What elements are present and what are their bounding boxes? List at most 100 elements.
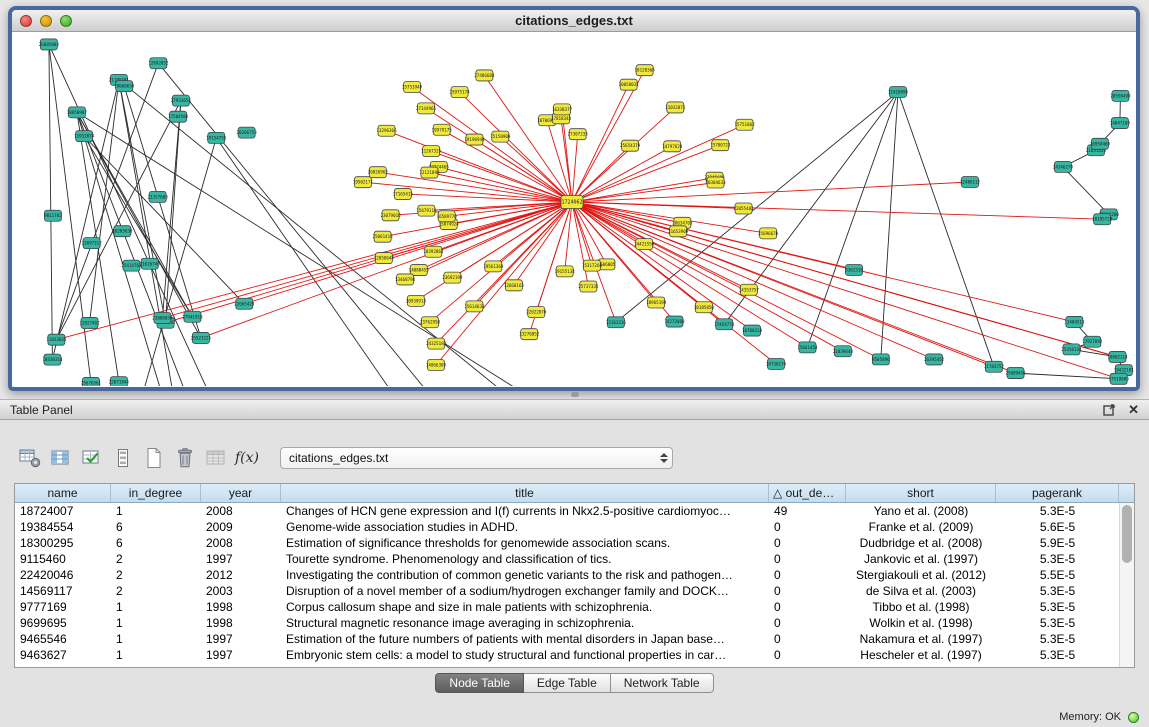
network-node[interactable]: 11267325 (421, 146, 442, 157)
column-header-year[interactable]: year (201, 484, 281, 502)
table-row[interactable]: 1872400712008Changes of HCN gene express… (15, 503, 1134, 519)
network-node[interactable]: 18430314 (42, 354, 63, 365)
column-header-pagerank[interactable]: pagerank (996, 484, 1119, 502)
minimize-window-icon[interactable] (40, 15, 52, 27)
table-row[interactable]: 1938455462009Genome-wide association stu… (15, 519, 1134, 535)
network-node[interactable]: 19979175 (432, 124, 453, 135)
table-row[interactable]: 977716911998Corpus callosum shape and si… (15, 599, 1134, 615)
delete-table-icon[interactable] (171, 445, 199, 471)
network-node[interactable]: 19196948 (464, 134, 485, 145)
network-node[interactable]: 19502171 (353, 177, 374, 188)
column-header-name[interactable]: name (15, 484, 111, 502)
network-node[interactable]: 17519080 (1109, 373, 1130, 384)
network-node[interactable]: 9362318 (845, 265, 863, 276)
network-node[interactable]: 24346278 (1053, 161, 1074, 172)
table-settings-icon[interactable] (16, 445, 44, 471)
network-node[interactable]: 11032871 (665, 102, 686, 113)
network-node[interactable]: 22022870 (526, 307, 547, 318)
network-node[interactable]: 25356134 (1061, 344, 1082, 355)
new-file-icon[interactable] (140, 445, 168, 471)
network-node[interactable]: 12827462 (79, 317, 100, 328)
network-node[interactable]: 15700723 (710, 140, 731, 151)
function-builder-button[interactable]: f(x) (233, 445, 261, 471)
network-node[interactable]: 24421550 (634, 239, 655, 250)
table-row[interactable]: 946554611997Estimation of the future num… (15, 631, 1134, 647)
network-node[interactable]: 10185850 (694, 302, 715, 313)
network-node[interactable]: 16958469 (1090, 138, 1111, 149)
table-select-dropdown[interactable]: citations_edges.txt (280, 447, 673, 469)
network-node[interactable]: 14066389 (426, 360, 447, 371)
network-node[interactable]: 15679110 (416, 205, 437, 216)
network-node[interactable]: 14847109 (1110, 118, 1131, 129)
network-node[interactable]: 18392863 (423, 246, 444, 257)
network-node[interactable]: 15150900 (490, 131, 511, 142)
network-node[interactable]: 17927092 (1082, 336, 1103, 347)
network-node[interactable]: 11818090 (888, 87, 909, 98)
tab-node-table[interactable]: Node Table (435, 673, 524, 693)
network-node[interactable]: 24325183 (426, 338, 447, 349)
network-node[interactable]: 25654379 (620, 140, 641, 151)
network-node[interactable]: 20266753 (237, 127, 258, 138)
network-node[interactable]: 27933654 (171, 95, 192, 106)
table-row[interactable]: 1830029562008Estimation of significance … (15, 535, 1134, 551)
network-canvas[interactable]: 1193287415278242213576091750458821185181… (12, 32, 1136, 386)
select-columns-icon[interactable] (47, 445, 75, 471)
network-node[interactable]: 23692199 (442, 272, 463, 283)
network-node[interactable]: 22697312 (82, 238, 103, 249)
network-node[interactable]: 12486112 (960, 177, 981, 188)
network-node[interactable]: 10304633 (705, 177, 726, 188)
network-node[interactable]: 11783752 (984, 361, 1005, 372)
zoom-window-icon[interactable] (60, 15, 72, 27)
table-row[interactable]: 969969511998Structural magnetic resonanc… (15, 615, 1134, 631)
network-node[interactable]: 25061418 (373, 231, 394, 242)
network-node[interactable]: 21653909 (668, 226, 689, 237)
network-node[interactable]: 20939913 (406, 295, 427, 306)
tab-network-table[interactable]: Network Table (611, 673, 714, 693)
network-node[interactable]: 27941910 (182, 311, 203, 322)
network-node[interactable]: 22871844 (109, 377, 130, 386)
window-titlebar[interactable]: citations_edges.txt (12, 10, 1136, 32)
network-node[interactable]: 27144965 (416, 103, 437, 114)
network-node[interactable]: 19155134 (555, 266, 576, 277)
edit-table-icon[interactable] (78, 445, 106, 471)
table-row[interactable]: 946362711997Embryonic stem cells: a mode… (15, 647, 1134, 663)
network-node[interactable]: 10736174 (766, 359, 787, 370)
close-window-icon[interactable] (20, 15, 32, 27)
network-node[interactable]: 20550490 (1110, 90, 1131, 101)
network-node[interactable]: 14272080 (664, 316, 685, 327)
network-node[interactable]: 26885003 (39, 39, 60, 50)
column-header-in_degree[interactable]: in_degree (111, 484, 201, 502)
network-node[interactable]: 25676561 (81, 377, 102, 386)
network-node[interactable]: 16338377 (552, 104, 573, 115)
network-node[interactable]: 19561369 (483, 261, 504, 272)
network-node[interactable]: 25523225 (191, 332, 212, 343)
network-node[interactable]: 22665429 (234, 298, 255, 309)
network-node[interactable]: 13296366 (376, 125, 397, 136)
network-node[interactable]: 1724062 (561, 196, 583, 209)
network-node[interactable]: 26395452 (924, 354, 945, 365)
column-header-title[interactable]: title (281, 484, 769, 502)
network-node[interactable]: 17454774 (714, 319, 735, 330)
network-node[interactable]: 25975174 (449, 87, 470, 98)
network-node[interactable]: 10002114 (1107, 351, 1128, 362)
network-node[interactable]: 18850987 (67, 107, 88, 118)
network-node[interactable]: 12121890 (419, 167, 440, 178)
column-header-short[interactable]: short (846, 484, 996, 502)
network-node[interactable]: 15317260 (582, 260, 603, 271)
network-node[interactable]: 12892052 (148, 58, 169, 69)
network-node[interactable]: 25689456 (1005, 368, 1026, 379)
network-node[interactable]: 25696670 (758, 228, 779, 239)
network-node[interactable]: 13404513 (1064, 316, 1085, 327)
table-row[interactable]: 2242004622012Investigating the contribut… (15, 567, 1134, 583)
float-panel-icon[interactable] (1103, 403, 1116, 416)
network-node[interactable]: 16285630 (112, 226, 133, 237)
network-node[interactable]: 14353757 (739, 284, 760, 295)
network-node[interactable]: 18120368 (635, 65, 656, 76)
column-header-out_degree[interactable]: △ out_de… (769, 484, 846, 502)
network-node[interactable]: 19154755 (206, 132, 227, 143)
network-node[interactable]: 15751062 (734, 119, 755, 130)
network-node[interactable]: 16589770 (437, 211, 458, 222)
network-node[interactable]: 13276052 (519, 329, 540, 340)
tab-edge-table[interactable]: Edge Table (524, 673, 611, 693)
vertical-scrollbar[interactable] (1119, 503, 1134, 667)
